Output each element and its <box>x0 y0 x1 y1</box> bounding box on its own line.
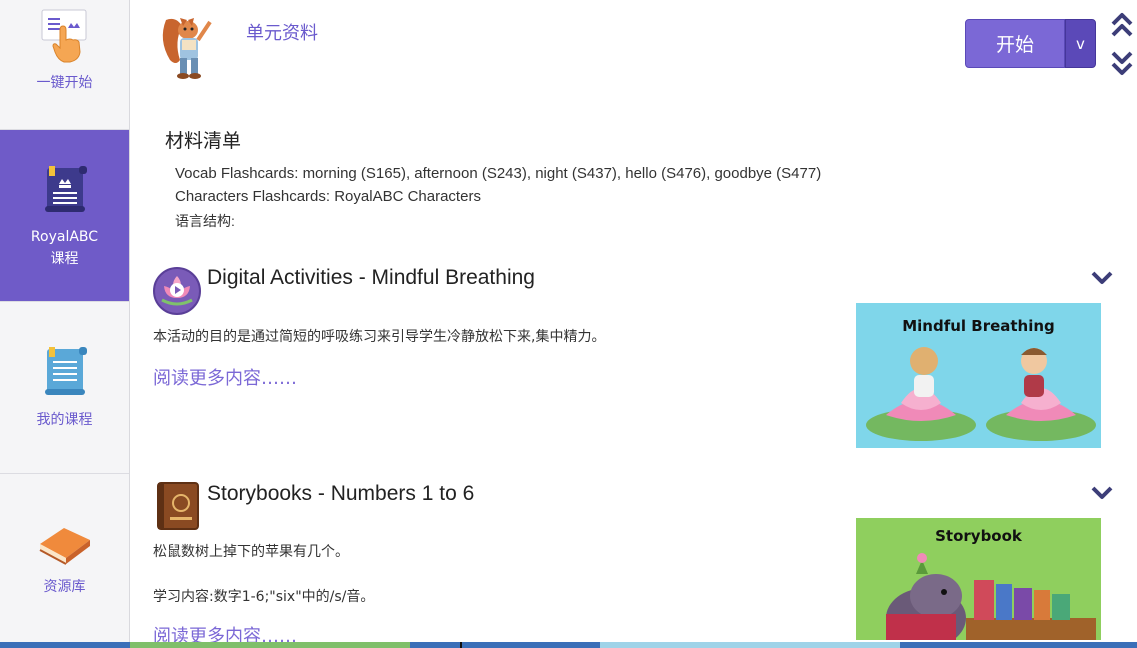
bottom-strip-segment <box>130 642 410 648</box>
materials-line-characters: Characters Flashcards: RoyalABC Characte… <box>175 188 481 205</box>
mindful-breathing-thumbnail[interactable]: Mindful Breathing <box>856 303 1101 448</box>
activity-title[interactable]: Digital Activities - Mindful Breathing <box>207 266 535 290</box>
chevron-down-icon[interactable] <box>1090 485 1114 501</box>
activity-description: 本活动的目的是通过简短的呼吸练习来引导学生冷静放松下来,集中精力。 <box>153 329 606 345</box>
mindful-breathing-illustration-icon <box>866 347 1096 441</box>
sidebar-item-label-2: 课程 <box>50 250 79 267</box>
start-dropdown-button[interactable]: v <box>1065 19 1096 68</box>
sidebar-item-label: 一键开始 <box>36 75 93 91</box>
sidebar-item-royalabc-courses[interactable]: RoyalABC 课程 <box>0 130 129 302</box>
book-icon <box>39 528 90 565</box>
scroll-icon <box>44 346 87 395</box>
sidebar-item-label: 我的课程 <box>36 411 93 428</box>
lotus-play-icon <box>153 267 201 315</box>
activity-description: 松鼠数树上掉下的苹果有几个。 <box>153 544 349 560</box>
materials-title: 材料清单 <box>165 130 242 152</box>
sidebar-item-resource-library[interactable]: 资源库 <box>0 474 129 642</box>
sidebar-item-quick-start[interactable]: 一键开始 <box>0 0 129 130</box>
start-button[interactable]: 开始 <box>965 19 1065 68</box>
activity-learning-content: 学习内容:数字1-6;"six"中的/s/音。 <box>153 589 375 605</box>
bottom-strip-segment <box>600 642 900 648</box>
bottom-strip <box>0 642 1137 648</box>
unit-title: 单元资料 <box>246 23 318 44</box>
chevron-down-icon[interactable] <box>1090 270 1114 286</box>
sidebar-item-label: RoyalABC <box>30 228 99 245</box>
bottom-strip-marker <box>460 642 462 648</box>
scroll-crown-icon <box>44 165 87 212</box>
materials-line-language: 语言结构: <box>175 213 235 229</box>
storybook-illustration-icon <box>886 553 1096 640</box>
activity-title[interactable]: Storybooks - Numbers 1 to 6 <box>207 482 474 506</box>
storybook-thumbnail[interactable]: Storybook <box>856 518 1101 640</box>
sidebar-item-my-courses[interactable]: 我的课程 <box>0 302 129 474</box>
quick-start-icon <box>41 9 86 63</box>
scroll-to-top-icon[interactable] <box>1110 12 1134 38</box>
sidebar-item-label: 资源库 <box>43 579 86 595</box>
sidebar: 一键开始 RoyalABC 课程 我的课程 资源库 <box>0 0 130 642</box>
read-more-link[interactable]: 阅读更多内容…… <box>153 622 297 642</box>
squirrel-mascot-icon <box>162 18 212 79</box>
scroll-to-bottom-icon[interactable] <box>1110 50 1134 76</box>
read-more-link[interactable]: 阅读更多内容…… <box>153 364 297 390</box>
materials-line-vocab: Vocab Flashcards: morning (S165), aftern… <box>175 165 822 182</box>
storybook-icon <box>157 482 199 530</box>
